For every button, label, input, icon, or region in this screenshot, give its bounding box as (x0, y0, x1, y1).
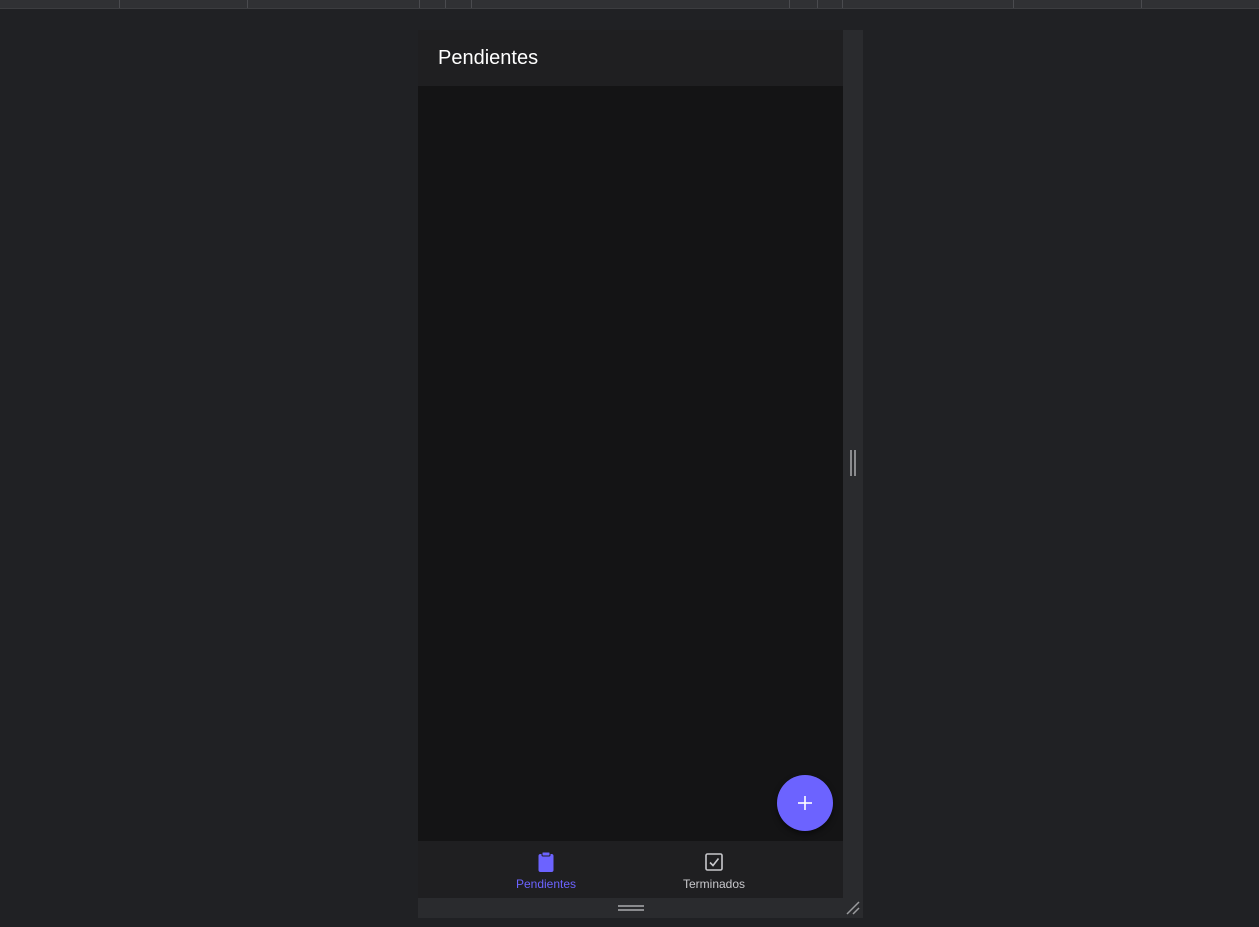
app-bar: Pendientes (418, 30, 843, 86)
add-task-button[interactable] (777, 775, 833, 831)
task-list-area (418, 86, 843, 841)
grip-icon (850, 450, 856, 476)
toolbar-divider (1013, 0, 1014, 8)
grip-icon (618, 905, 644, 911)
devtools-toolbar-strip (0, 0, 1259, 9)
toolbar-divider (247, 0, 248, 8)
resize-handle-right[interactable] (843, 30, 863, 898)
toolbar-divider (842, 0, 843, 8)
app-viewport: Pendientes Pendientes Terminados (418, 30, 843, 898)
page-title: Pendientes (438, 46, 539, 69)
device-frame: Pendientes Pendientes Terminados (418, 30, 863, 918)
resize-corner-icon (846, 901, 860, 915)
toolbar-divider (817, 0, 818, 8)
nav-label-pendientes: Pendientes (515, 877, 577, 891)
toolbar-divider (471, 0, 472, 8)
toolbar-divider (1141, 0, 1142, 8)
nav-item-pendientes[interactable]: Pendientes (486, 841, 606, 898)
bottom-navigation: Pendientes Terminados (418, 841, 843, 898)
toolbar-divider (119, 0, 120, 8)
toolbar-divider (419, 0, 420, 8)
resize-handle-bottom[interactable] (418, 898, 843, 918)
toolbar-divider (789, 0, 790, 8)
nav-item-terminados[interactable]: Terminados (654, 841, 774, 898)
checkbox-icon (704, 851, 724, 873)
nav-label-terminados: Terminados (682, 877, 746, 891)
clipboard-icon (537, 851, 555, 873)
plus-icon (798, 796, 812, 810)
resize-handle-corner[interactable] (843, 898, 863, 918)
toolbar-divider (445, 0, 446, 8)
